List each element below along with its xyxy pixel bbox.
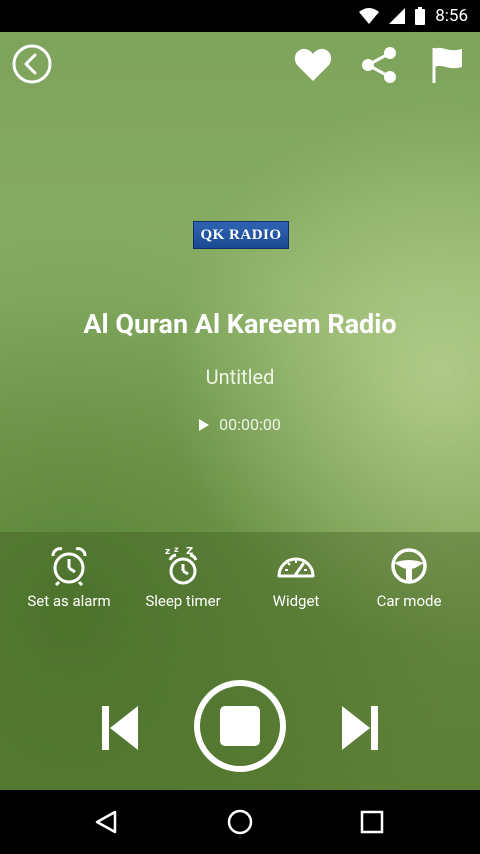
playback-status: 00:00:00 bbox=[0, 415, 480, 434]
nav-recents-button[interactable] bbox=[352, 804, 392, 840]
flag-icon bbox=[432, 47, 462, 83]
svg-text:Z: Z bbox=[186, 546, 193, 557]
report-button[interactable] bbox=[426, 44, 466, 86]
car-mode-button[interactable]: Car mode bbox=[349, 546, 469, 610]
play-icon bbox=[199, 418, 210, 431]
nav-back-icon bbox=[95, 810, 117, 834]
alarm-clock-icon bbox=[51, 547, 87, 586]
playback-controls bbox=[0, 678, 480, 778]
wifi-icon bbox=[359, 8, 380, 24]
skip-previous-icon bbox=[102, 706, 138, 750]
nav-back-button[interactable] bbox=[86, 804, 126, 840]
steering-wheel-icon bbox=[391, 548, 427, 584]
system-nav-bar bbox=[0, 790, 480, 854]
nav-recents-icon bbox=[360, 810, 384, 834]
share-icon bbox=[362, 47, 396, 83]
share-button[interactable] bbox=[358, 44, 400, 86]
track-title: Untitled bbox=[205, 365, 275, 389]
nav-home-button[interactable] bbox=[220, 804, 260, 840]
heart-icon bbox=[294, 48, 332, 81]
sleep-timer-button[interactable]: z z Z Sleep timer bbox=[123, 546, 243, 610]
nav-home-icon bbox=[227, 809, 253, 835]
station-logo: QK RADIO bbox=[193, 221, 289, 249]
signal-icon bbox=[389, 8, 406, 24]
widget-label: Widget bbox=[272, 592, 320, 610]
tools-panel: Set as alarm z z Z Sleep timer Widget Ca… bbox=[0, 532, 480, 790]
player-screen: QK RADIO Al Quran Al Kareem Radio Untitl… bbox=[0, 32, 480, 790]
widget-button[interactable]: Widget bbox=[236, 546, 356, 610]
back-button[interactable] bbox=[12, 44, 52, 84]
top-bar bbox=[0, 32, 480, 98]
back-circle-icon bbox=[12, 44, 52, 84]
battery-icon bbox=[415, 7, 426, 25]
station-title: Al Quran Al Kareem Radio bbox=[83, 308, 397, 340]
stop-icon bbox=[194, 680, 286, 772]
status-time: 8:56 bbox=[435, 6, 468, 26]
set-alarm-button[interactable]: Set as alarm bbox=[9, 546, 129, 610]
sleep-timer-label: Sleep timer bbox=[145, 592, 221, 610]
elapsed-time: 00:00:00 bbox=[219, 415, 281, 434]
status-bar: 8:56 bbox=[0, 0, 480, 32]
speedometer-icon bbox=[277, 557, 315, 578]
svg-text:z: z bbox=[174, 546, 179, 554]
next-button[interactable] bbox=[338, 702, 382, 754]
favorite-button[interactable] bbox=[292, 44, 334, 86]
sleep-clock-icon: z z Z bbox=[165, 546, 198, 585]
previous-button[interactable] bbox=[98, 702, 142, 754]
set-alarm-label: Set as alarm bbox=[27, 592, 111, 610]
stop-button[interactable] bbox=[192, 678, 288, 774]
car-mode-label: Car mode bbox=[376, 592, 442, 610]
skip-next-icon bbox=[342, 706, 378, 750]
svg-text:z: z bbox=[165, 547, 170, 557]
